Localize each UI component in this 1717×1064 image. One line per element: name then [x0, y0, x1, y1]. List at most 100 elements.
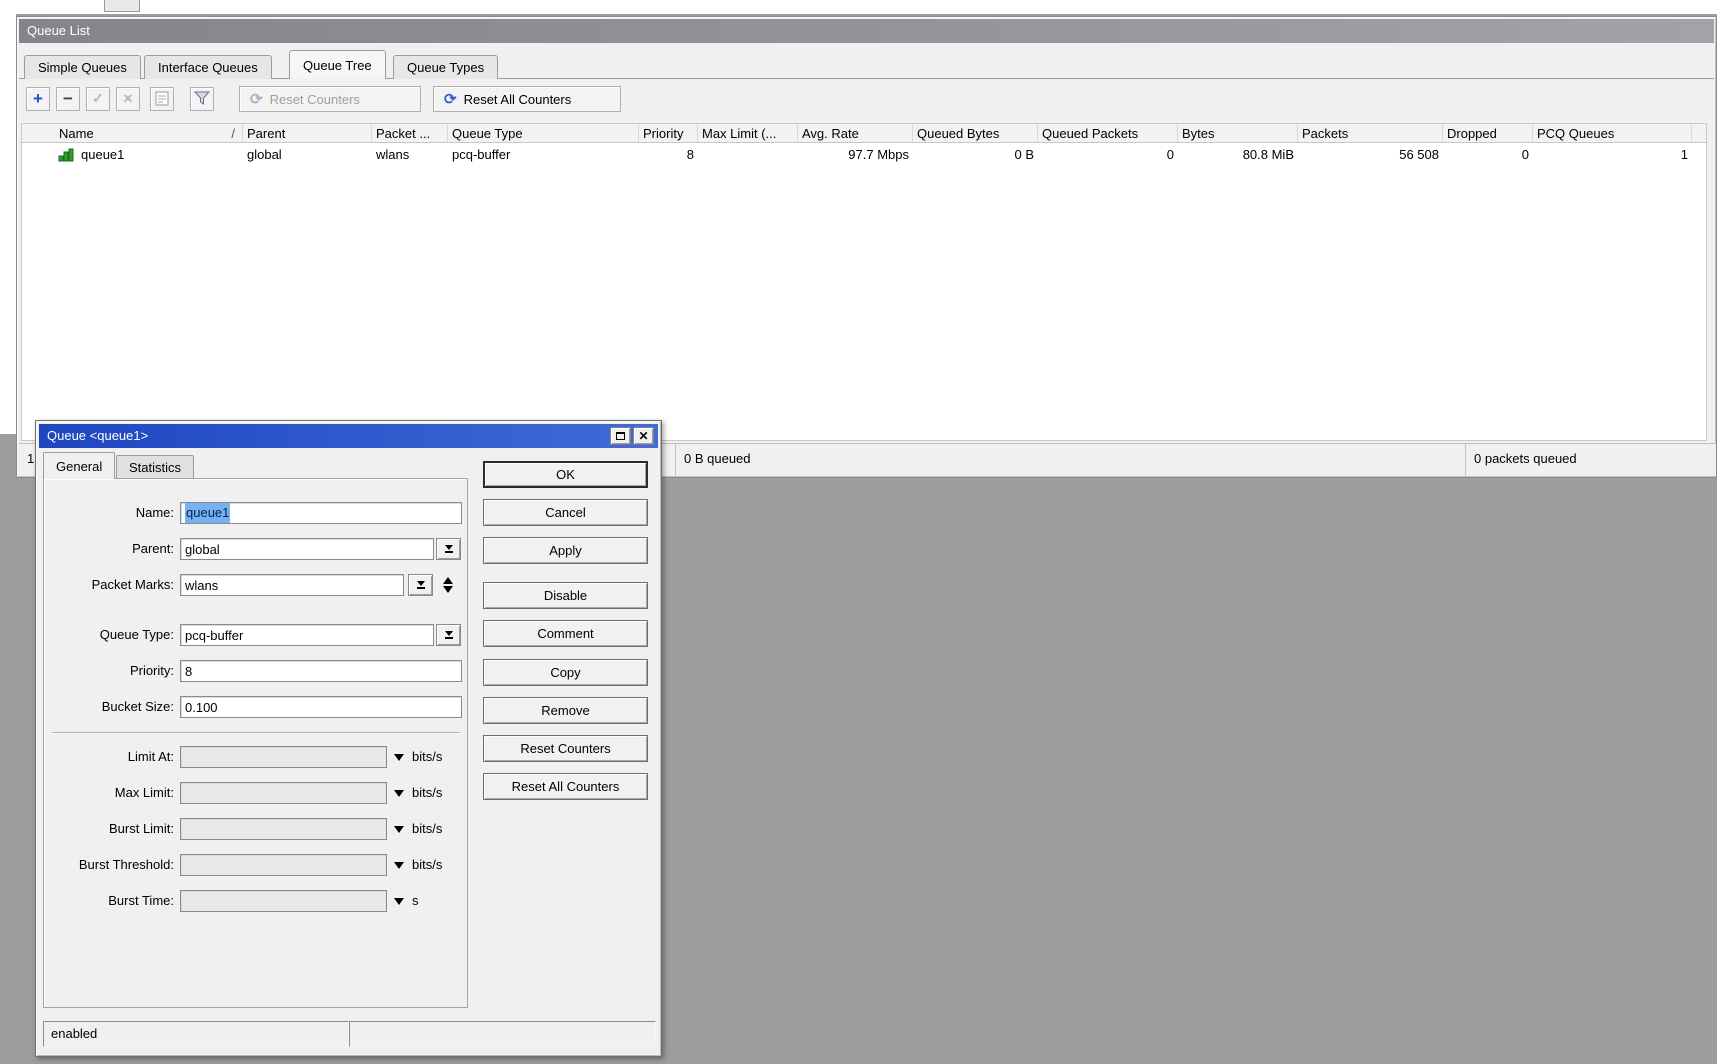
burst-time-input[interactable]	[180, 890, 387, 912]
tab-interface-queues[interactable]: Interface Queues	[144, 55, 272, 79]
packet-marks-input[interactable]	[180, 574, 404, 596]
copy-button[interactable]: Copy	[483, 659, 648, 686]
column-header-dropped[interactable]: Dropped	[1443, 124, 1533, 142]
comment-button[interactable]: Comment	[483, 620, 648, 647]
row-queue-type-cell: pcq-buffer	[452, 147, 511, 162]
disable-button[interactable]: Disable	[483, 582, 648, 609]
tab-simple-queues[interactable]: Simple Queues	[24, 55, 141, 79]
reset-counters-label: Reset Counters	[269, 91, 360, 107]
packet-marks-dropdown-button[interactable]	[408, 574, 433, 596]
priority-input[interactable]	[180, 660, 462, 682]
limit-at-unit-dropdown-icon[interactable]	[394, 754, 404, 761]
dropdown-icon	[444, 545, 453, 550]
cross-icon: ✕	[122, 91, 134, 106]
sort-indicator-icon: /	[231, 126, 235, 141]
remove-button[interactable]: Remove	[483, 697, 648, 724]
burst-limit-unit-dropdown-icon[interactable]	[394, 826, 404, 833]
packet-marks-label: Packet Marks:	[91, 577, 174, 592]
general-tab-panel: Name: queue1 Parent: Packet Marks: Queue…	[43, 478, 468, 1008]
tabstrip-baseline	[19, 78, 1714, 79]
reset-counters-toolbar-button[interactable]: ⟳ Reset Counters	[239, 86, 421, 112]
close-button[interactable]: ✕	[633, 427, 654, 445]
max-limit-label: Max Limit:	[114, 785, 174, 800]
remove-button[interactable]: −	[56, 87, 80, 111]
queue-dialog-titlebar[interactable]: Queue <queue1>	[39, 424, 658, 448]
burst-time-unit-dropdown-icon[interactable]	[394, 898, 404, 905]
reset-counters-button[interactable]: Reset Counters	[483, 735, 648, 762]
burst-time-label: Burst Time:	[108, 893, 174, 908]
column-header-queued-packets[interactable]: Queued Packets	[1038, 124, 1178, 142]
row-avg-rate-cell: 97.7 Mbps	[848, 147, 909, 162]
apply-button[interactable]: Apply	[483, 537, 648, 564]
close-icon: ✕	[638, 429, 649, 443]
queue-list-area	[21, 123, 1707, 441]
burst-threshold-unit-dropdown-icon[interactable]	[394, 862, 404, 869]
column-header-pcq-queues[interactable]: PCQ Queues	[1533, 124, 1692, 142]
separator	[52, 732, 460, 734]
dialog-status-enabled: enabled	[43, 1021, 349, 1047]
burst-threshold-input[interactable]	[180, 854, 387, 876]
comment-button[interactable]	[150, 87, 174, 111]
column-header-avg-rate[interactable]: Avg. Rate	[798, 124, 913, 142]
filter-icon	[193, 91, 211, 105]
reset-all-counters-button[interactable]: Reset All Counters	[483, 773, 648, 800]
tab-queue-types[interactable]: Queue Types	[393, 55, 499, 79]
reset-all-counters-toolbar-button[interactable]: ⟳ Reset All Counters	[433, 86, 621, 112]
statusbar-queued-bytes: 0 B queued	[675, 444, 1465, 476]
max-limit-input[interactable]	[180, 782, 387, 804]
comment-icon	[155, 91, 169, 106]
burst-limit-label: Burst Limit:	[108, 821, 174, 836]
column-header-queue-type[interactable]: Queue Type	[448, 124, 639, 142]
limit-at-input[interactable]	[180, 746, 387, 768]
row-name-cell: queue1	[38, 147, 243, 162]
bucket-size-label: Bucket Size:	[101, 699, 174, 714]
column-header-packets[interactable]: Packets	[1298, 124, 1443, 142]
dropdown-icon-bar	[444, 551, 453, 553]
filter-button[interactable]	[190, 87, 214, 111]
column-header-priority[interactable]: Priority	[639, 124, 698, 142]
dropdown-icon-bar	[444, 637, 453, 639]
packet-marks-updown-control[interactable]	[439, 574, 457, 596]
max-limit-unit-dropdown-icon[interactable]	[394, 790, 404, 797]
bucket-size-input[interactable]	[180, 696, 462, 718]
row-queued-bytes-cell: 0 B	[1014, 147, 1034, 162]
tab-statistics[interactable]: Statistics	[116, 455, 195, 479]
queue-type-input[interactable]	[180, 624, 434, 646]
burst-limit-input[interactable]	[180, 818, 387, 840]
add-button[interactable]: +	[26, 87, 50, 111]
ok-button[interactable]: OK	[483, 461, 648, 488]
reset-all-counters-icon: ⟳	[444, 90, 457, 108]
up-arrow-icon	[443, 577, 453, 584]
enable-button[interactable]: ✓	[86, 87, 110, 111]
dropdown-icon	[444, 631, 453, 636]
row-pcq-queues-cell: 1	[1680, 147, 1688, 162]
disable-button[interactable]: ✕	[116, 87, 140, 111]
column-header-queued-bytes[interactable]: Queued Bytes	[913, 124, 1038, 142]
parent-input[interactable]	[180, 538, 434, 560]
parent-dropdown-button[interactable]	[436, 538, 461, 560]
queue-list-titlebar[interactable]: Queue List	[19, 19, 1714, 43]
queue-list-window: Queue List Simple Queues Interface Queue…	[16, 16, 1717, 478]
column-header-bytes[interactable]: Bytes	[1178, 124, 1298, 142]
column-header-parent[interactable]: Parent	[243, 124, 372, 142]
down-arrow-icon	[443, 586, 453, 593]
plus-icon: +	[33, 89, 43, 108]
queue-dialog-title: Queue <queue1>	[47, 428, 149, 443]
limit-at-unit-label: bits/s	[412, 749, 443, 764]
cancel-button[interactable]: Cancel	[483, 499, 648, 526]
column-header-packet-marks[interactable]: Packet ...	[372, 124, 448, 142]
column-header-name[interactable]: Name /	[38, 124, 243, 142]
table-row[interactable]: queue1 global wlans pcq-buffer 8 97.7 Mb…	[22, 144, 1706, 165]
maximize-button[interactable]	[610, 427, 631, 445]
tab-general[interactable]: General	[43, 452, 116, 479]
row-priority-cell: 8	[686, 147, 694, 162]
queue-type-dropdown-button[interactable]	[436, 624, 461, 646]
background-window-left-strip	[0, 0, 16, 434]
tab-queue-tree[interactable]: Queue Tree	[289, 50, 386, 79]
column-header-max-limit[interactable]: Max Limit (...	[698, 124, 798, 142]
reset-all-counters-label: Reset All Counters	[463, 91, 572, 107]
background-window-strip	[0, 0, 1717, 14]
table-header: Name / Parent Packet ... Queue Type Prio…	[21, 123, 1707, 143]
row-name-label: queue1	[81, 147, 125, 162]
name-input[interactable]: queue1	[180, 502, 462, 524]
